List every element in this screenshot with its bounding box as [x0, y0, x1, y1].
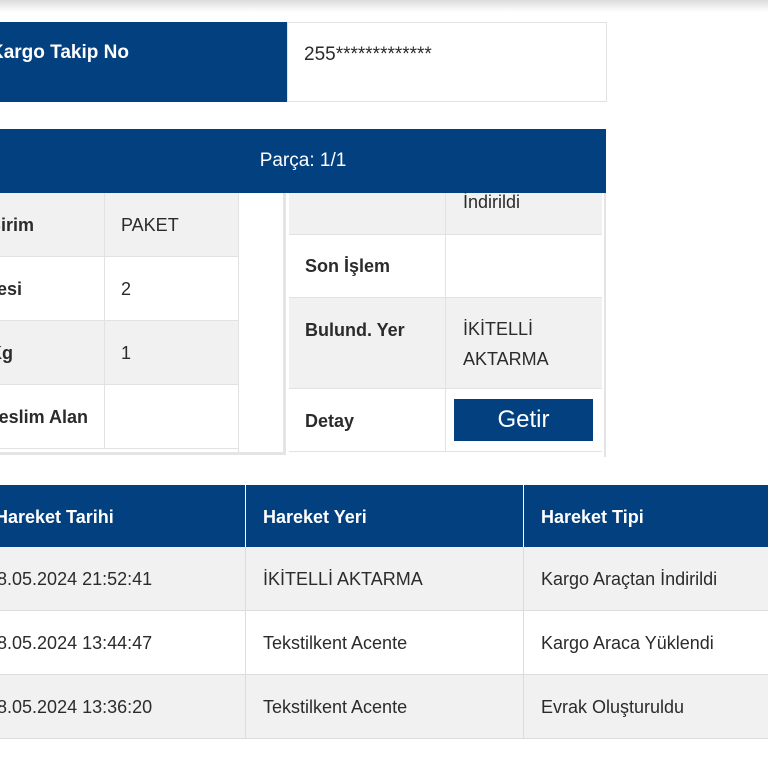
table-row: 28.05.2024 13:36:20 Tekstilkent Acente E…: [0, 675, 768, 739]
cell-text: Kargo Araca Yüklendi: [541, 633, 714, 653]
top-shadow: [0, 0, 768, 12]
detail-row-detail: Detay Getir: [289, 389, 602, 452]
detail-key-cell: Son İşlem: [289, 235, 446, 297]
header-cell-location: Hareket Yeri: [245, 485, 523, 547]
header-label: Hareket Tarihi: [0, 507, 114, 527]
piece-header: Parça: 1/1: [0, 129, 606, 193]
column-divider: [238, 193, 239, 453]
cell-text: Evrak Oluşturuldu: [541, 697, 685, 717]
detail-key: Detay: [305, 411, 355, 431]
detail-value: 1: [121, 343, 132, 363]
detail-row-desi: Desi 2: [0, 257, 238, 321]
detail-row-unit: Birim PAKET: [0, 193, 238, 257]
cell-date: 28.05.2024 13:36:20: [0, 675, 245, 738]
detail-value-cell: [105, 385, 238, 448]
header-label: Hareket Tipi: [541, 507, 644, 527]
detail-value-cell: Getir: [446, 389, 602, 451]
detail-value: 2: [121, 279, 132, 299]
cell-text: 28.05.2024 13:44:47: [0, 633, 153, 653]
piece-details-right: İndirildi Son İşlem Bulund. Yer İKİTELLİ…: [289, 192, 606, 457]
status-value: İndirildi: [463, 192, 521, 212]
detail-key: Kg: [0, 343, 13, 363]
detail-value-cell: 1: [105, 321, 238, 384]
header-cell-date: Hareket Tarihi: [0, 485, 245, 547]
cell-text: 28.05.2024 13:36:20: [0, 697, 153, 717]
detail-row-location: Bulund. Yer İKİTELLİ AKTARMA: [289, 298, 602, 389]
detail-key: Son İşlem: [305, 256, 391, 276]
location-line-1: İKİTELLİ: [463, 319, 534, 339]
location-line-2: AKTARMA: [463, 349, 549, 369]
detail-row-kg: Kg 1: [0, 321, 238, 385]
table-row: 28.05.2024 21:52:41 İKİTELLİ AKTARMA Kar…: [0, 547, 768, 611]
cell-location: Tekstilkent Acente: [245, 611, 523, 674]
cell-date: 28.05.2024 21:52:41: [0, 547, 245, 610]
detail-key-cell: Birim: [0, 193, 105, 256]
detail-key: Bulund. Yer: [305, 320, 405, 340]
cell-text: Tekstilkent Acente: [263, 633, 408, 653]
detail-key-cell: Bulund. Yer: [289, 298, 446, 388]
header-cell-type: Hareket Tipi: [523, 485, 768, 547]
detail-value-cell: 2: [105, 257, 238, 320]
piece-title: Parça: 1/1: [259, 150, 347, 171]
cell-text: Tekstilkent Acente: [263, 697, 408, 717]
detail-value: PAKET: [121, 215, 179, 235]
tracking-value-cell: 255*************: [287, 22, 607, 102]
detail-key-cell: Detay: [289, 389, 446, 451]
detail-key: Birim: [0, 215, 35, 235]
detail-value-cell: [446, 235, 602, 297]
tracking-label-cell: Kargo Takip No: [0, 22, 287, 102]
tracking-number: 255*************: [304, 44, 432, 65]
cell-date: 28.05.2024 13:44:47: [0, 611, 245, 674]
piece-details-left: Birim PAKET Desi 2 Kg 1 Teslim Alan: [0, 193, 286, 455]
detail-value-cell: İKİTELLİ AKTARMA: [446, 298, 602, 388]
detail-key-cell: Desi: [0, 257, 105, 320]
detail-row-receiver: Teslim Alan: [0, 385, 238, 449]
detail-value-cell: PAKET: [105, 193, 238, 256]
cell-type: Kargo Araca Yüklendi: [523, 611, 768, 674]
cell-text: İKİTELLİ AKTARMA: [263, 569, 423, 589]
cell-type: Kargo Araçtan İndirildi: [523, 547, 768, 610]
detail-key-cell: Kg: [0, 321, 105, 384]
detail-value-cell: İndirildi: [446, 192, 602, 234]
tracking-row: Kargo Takip No 255*************: [0, 22, 607, 102]
header-label: Hareket Yeri: [263, 507, 367, 527]
cell-location: İKİTELLİ AKTARMA: [245, 547, 523, 610]
detail-key: Teslim Alan: [0, 407, 89, 427]
getir-button[interactable]: Getir: [454, 399, 593, 441]
detail-key-cell: Teslim Alan: [0, 385, 105, 448]
cell-location: Tekstilkent Acente: [245, 675, 523, 738]
cell-text: Kargo Araçtan İndirildi: [541, 569, 718, 589]
cell-text: 28.05.2024 21:52:41: [0, 569, 153, 589]
cell-type: Evrak Oluşturuldu: [523, 675, 768, 738]
movements-header: Hareket Tarihi Hareket Yeri Hareket Tipi: [0, 485, 768, 547]
detail-row-last-action: Son İşlem: [289, 235, 602, 298]
detail-key-cell: [289, 193, 446, 234]
detail-key: Desi: [0, 279, 23, 299]
tracking-label: Kargo Takip No: [0, 42, 129, 63]
detail-row-status: İndirildi: [289, 192, 602, 235]
table-row: 28.05.2024 13:44:47 Tekstilkent Acente K…: [0, 611, 768, 675]
